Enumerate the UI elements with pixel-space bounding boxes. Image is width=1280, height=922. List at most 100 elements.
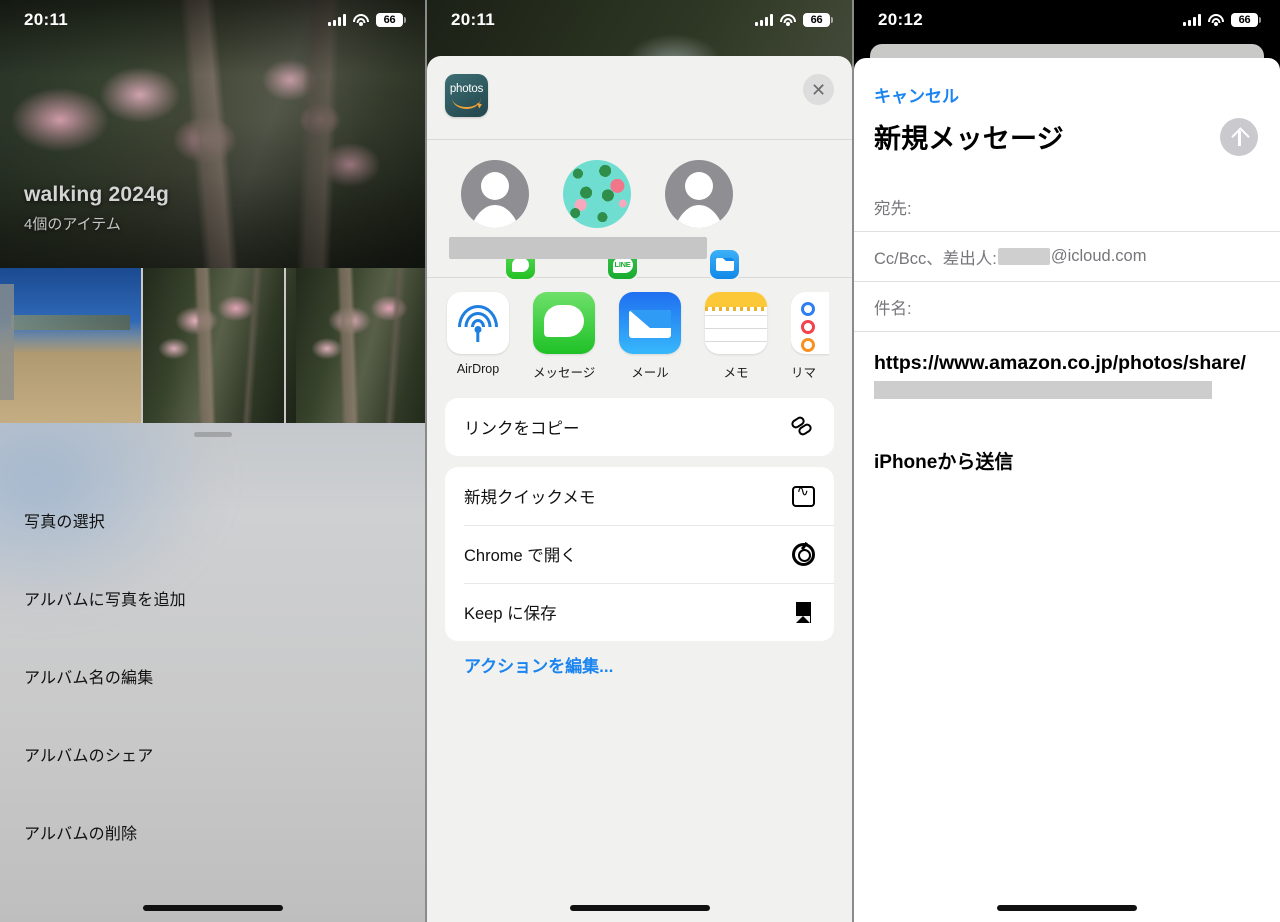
share-sheet-header: photos ✕ [427,56,852,140]
cellular-signal-icon [1183,14,1201,26]
amazon-photos-icon-label: photos [449,83,484,95]
to-field[interactable]: 宛先: [854,182,1280,232]
wifi-icon [353,14,369,26]
compose-title-row: 新規メッセージ [854,107,1280,156]
messages-icon [533,292,595,354]
album-item-count: 4個のアイテム [24,216,121,233]
subject-field[interactable]: 件名: [854,282,1280,332]
thumbnail-2[interactable] [143,268,284,423]
status-bar: 20:12 66 [854,0,1280,40]
mail-icon [619,292,681,354]
airdrop-icon [447,292,509,354]
shared-link-text: https://www.amazon.co.jp/photos/share/ [874,350,1260,405]
bookmark-icon [790,599,816,625]
album-thumbnail-row [0,268,425,423]
thumbnail-3[interactable] [286,268,425,423]
home-indicator[interactable] [997,905,1137,911]
cc-bcc-from-field[interactable]: Cc/Bcc、差出人: @icloud.com [854,232,1280,282]
battery-icon: 66 [1231,13,1261,27]
mail-body[interactable]: https://www.amazon.co.jp/photos/share/ i… [854,332,1280,474]
share-actions-list: リンクをコピー 新規クイックメモ Chrome で開く Keep に保存 [427,386,852,677]
send-button[interactable] [1220,117,1258,156]
share-app-notes[interactable]: メモ [705,292,767,381]
contact-suggestion-messages[interactable] [461,160,535,279]
redacted-email-user [997,248,1050,265]
album-action-menu: 写真の選択 アルバムに写真を追加 アルバム名の編集 アルバムのシェア アルバムの… [0,481,425,871]
share-app-reminders[interactable]: リマ [791,292,829,381]
email-domain: @icloud.com [1050,247,1147,265]
share-app-label: リマ [791,366,817,380]
action-open-in-chrome[interactable]: Chrome で開く [445,525,834,583]
menu-item-add-photos[interactable]: アルバムに写真を追加 [0,559,425,637]
quick-note-icon [790,483,816,509]
suggested-contacts-row: LINE [427,140,852,279]
home-indicator[interactable] [142,905,283,911]
battery-icon: 66 [376,13,406,27]
amazon-smile-icon [452,98,481,109]
mail-compose-sheet: キャンセル 新規メッセージ 宛先: Cc/Bcc、差出人: @icloud.co… [854,58,1280,922]
album-action-sheet: 写真の選択 アルバムに写真を追加 アルバム名の編集 アルバムのシェア アルバムの… [0,423,425,922]
action-new-quick-note[interactable]: 新規クイックメモ [445,467,834,525]
mail-badge-icon [710,250,739,279]
shared-link-url: https://www.amazon.co.jp/photos/share/ [874,352,1246,374]
status-bar: 20:11 66 [0,0,425,40]
action-copy-link[interactable]: リンクをコピー [445,398,834,456]
share-app-label: メモ [723,366,749,380]
share-app-messages[interactable]: メッセージ [533,292,595,381]
chrome-icon [790,541,816,567]
album-meta: walking 2024g 4個のアイテム [24,183,169,234]
panel-mail-compose: キャンセル 新規メッセージ 宛先: Cc/Bcc、差出人: @icloud.co… [854,0,1280,922]
menu-item-share-album[interactable]: アルバムのシェア [0,715,425,793]
subject-field-label: 件名: [874,299,912,318]
status-indicators: 66 [1183,13,1261,27]
wifi-icon [1208,14,1224,26]
home-indicator[interactable] [569,905,710,911]
menu-item-delete-album[interactable]: アルバムの削除 [0,793,425,871]
share-app-label: AirDrop [456,362,500,376]
menu-item-select-photos[interactable]: 写真の選択 [0,481,425,559]
status-bar: 20:11 66 [427,0,852,40]
link-icon [789,414,816,440]
person-placeholder-avatar [665,160,733,228]
page-title: 新規メッセージ [874,124,1064,154]
status-indicators: 66 [328,13,406,27]
three-panel-screenshot: walking 2024g 4個のアイテム 写真の選択 アルバムに写真を追加 ア… [0,0,1280,922]
cellular-signal-icon [755,14,773,26]
cc-bcc-from-label: Cc/Bcc、差出人: [874,249,997,268]
send-arrow-up-icon [1231,128,1247,146]
wifi-icon [780,14,796,26]
panel-share-sheet: photos ✕ LINE AirDrop メッセージ メール メモ リマ リン… [427,0,854,922]
mail-signature: iPhoneから送信 [874,452,1014,474]
cancel-button[interactable]: キャンセル [854,58,1280,107]
action-save-to-keep[interactable]: Keep に保存 [445,583,834,641]
battery-icon: 66 [803,13,833,27]
action-label: Keep に保存 [464,605,557,623]
thumbnail-1[interactable] [0,268,141,423]
status-indicators: 66 [755,13,833,27]
edit-actions-link[interactable]: アクションを編集... [445,652,834,677]
status-time: 20:11 [451,10,496,29]
action-group-1: リンクをコピー [445,398,834,456]
action-label: 新規クイックメモ [464,489,596,507]
menu-item-edit-album-name[interactable]: アルバム名の編集 [0,637,425,715]
sheet-grabber[interactable] [193,432,232,437]
contact-suggestion-line[interactable]: LINE [563,160,637,279]
action-label: Chrome で開く [464,547,577,565]
contact-suggestion-mail[interactable] [665,160,739,279]
share-app-mail[interactable]: メール [619,292,681,381]
status-time: 20:12 [878,10,923,29]
to-field-label: 宛先: [874,199,912,218]
action-group-2: 新規クイックメモ Chrome で開く Keep に保存 [445,467,834,641]
close-icon[interactable]: ✕ [803,74,834,105]
share-app-label: メール [631,366,669,380]
reminders-icon [791,292,829,354]
frog-pattern-avatar [563,160,631,228]
redacted-link-id [874,380,1212,399]
person-placeholder-avatar [461,160,529,228]
album-hero-photo[interactable]: walking 2024g 4個のアイテム [0,0,425,268]
panel-album-actions: walking 2024g 4個のアイテム 写真の選択 アルバムに写真を追加 ア… [0,0,427,922]
status-time: 20:11 [24,10,69,29]
share-app-row: AirDrop メッセージ メール メモ リマ [427,278,852,386]
share-app-airdrop[interactable]: AirDrop [447,292,509,376]
redacted-contact-names [449,237,707,259]
